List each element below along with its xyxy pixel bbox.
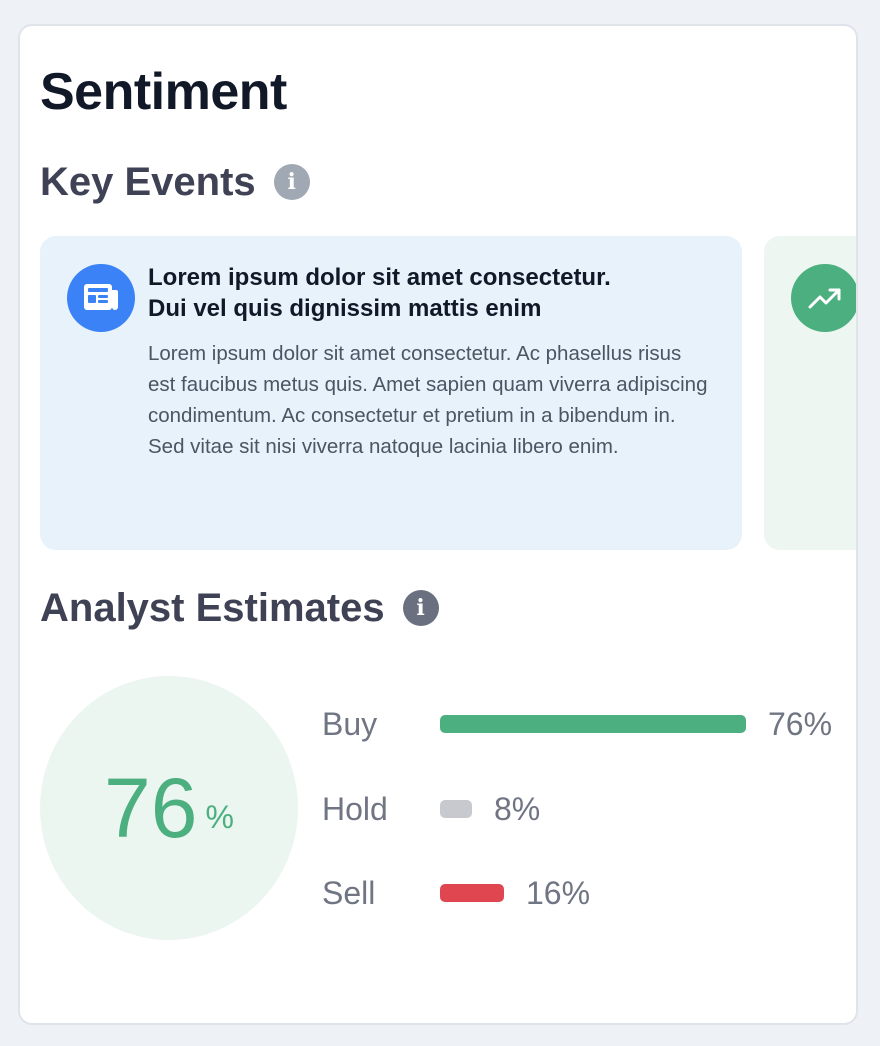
newspaper-icon: [67, 264, 135, 332]
rating-label: Buy: [322, 706, 378, 742]
overall-rating-gauge: 76 %: [40, 676, 298, 940]
key-event-card[interactable]: Lorem ipsum dolor sit amet consectetur. …: [40, 236, 742, 550]
overall-rating-unit: %: [205, 798, 234, 835]
key-events-carousel[interactable]: Lorem ipsum dolor sit amet consectetur. …: [40, 236, 856, 550]
event-headline-line: Lorem ipsum dolor sit amet consectetur.: [148, 264, 611, 291]
key-event-card[interactable]: [764, 236, 856, 550]
trending-up-icon: [791, 264, 856, 332]
event-headline: Lorem ipsum dolor sit amet consectetur. …: [148, 262, 708, 324]
info-icon[interactable]: i: [402, 590, 439, 626]
rating-bar: [440, 715, 746, 733]
rating-row-buy: Buy 76%: [322, 704, 842, 744]
key-events-header: Key Events i: [40, 158, 310, 206]
overall-rating-value: 76: [104, 761, 198, 855]
rating-bar: [440, 884, 504, 902]
analyst-estimates-header: Analyst Estimates i: [40, 584, 439, 632]
rating-percent: 8%: [494, 791, 541, 827]
rating-percent: 16%: [526, 875, 591, 911]
rating-label: Hold: [322, 791, 388, 827]
sentiment-card: Sentiment Key Events i Lorem ipsum dolor…: [18, 24, 858, 1025]
event-headline-line: Dui vel quis dignissim mattis enim: [148, 295, 542, 322]
info-icon[interactable]: i: [273, 164, 310, 200]
rating-row-hold: Hold 8%: [322, 789, 842, 829]
rating-percent: 76%: [768, 706, 833, 742]
rating-row-sell: Sell 16%: [322, 873, 842, 913]
event-description: Lorem ipsum dolor sit amet consectetur. …: [148, 342, 708, 458]
analyst-estimates-heading: Analyst Estimates: [40, 586, 385, 630]
key-events-heading: Key Events: [40, 160, 256, 204]
rating-bar: [440, 800, 472, 818]
page-title: Sentiment: [40, 63, 287, 121]
rating-label: Sell: [322, 875, 376, 911]
